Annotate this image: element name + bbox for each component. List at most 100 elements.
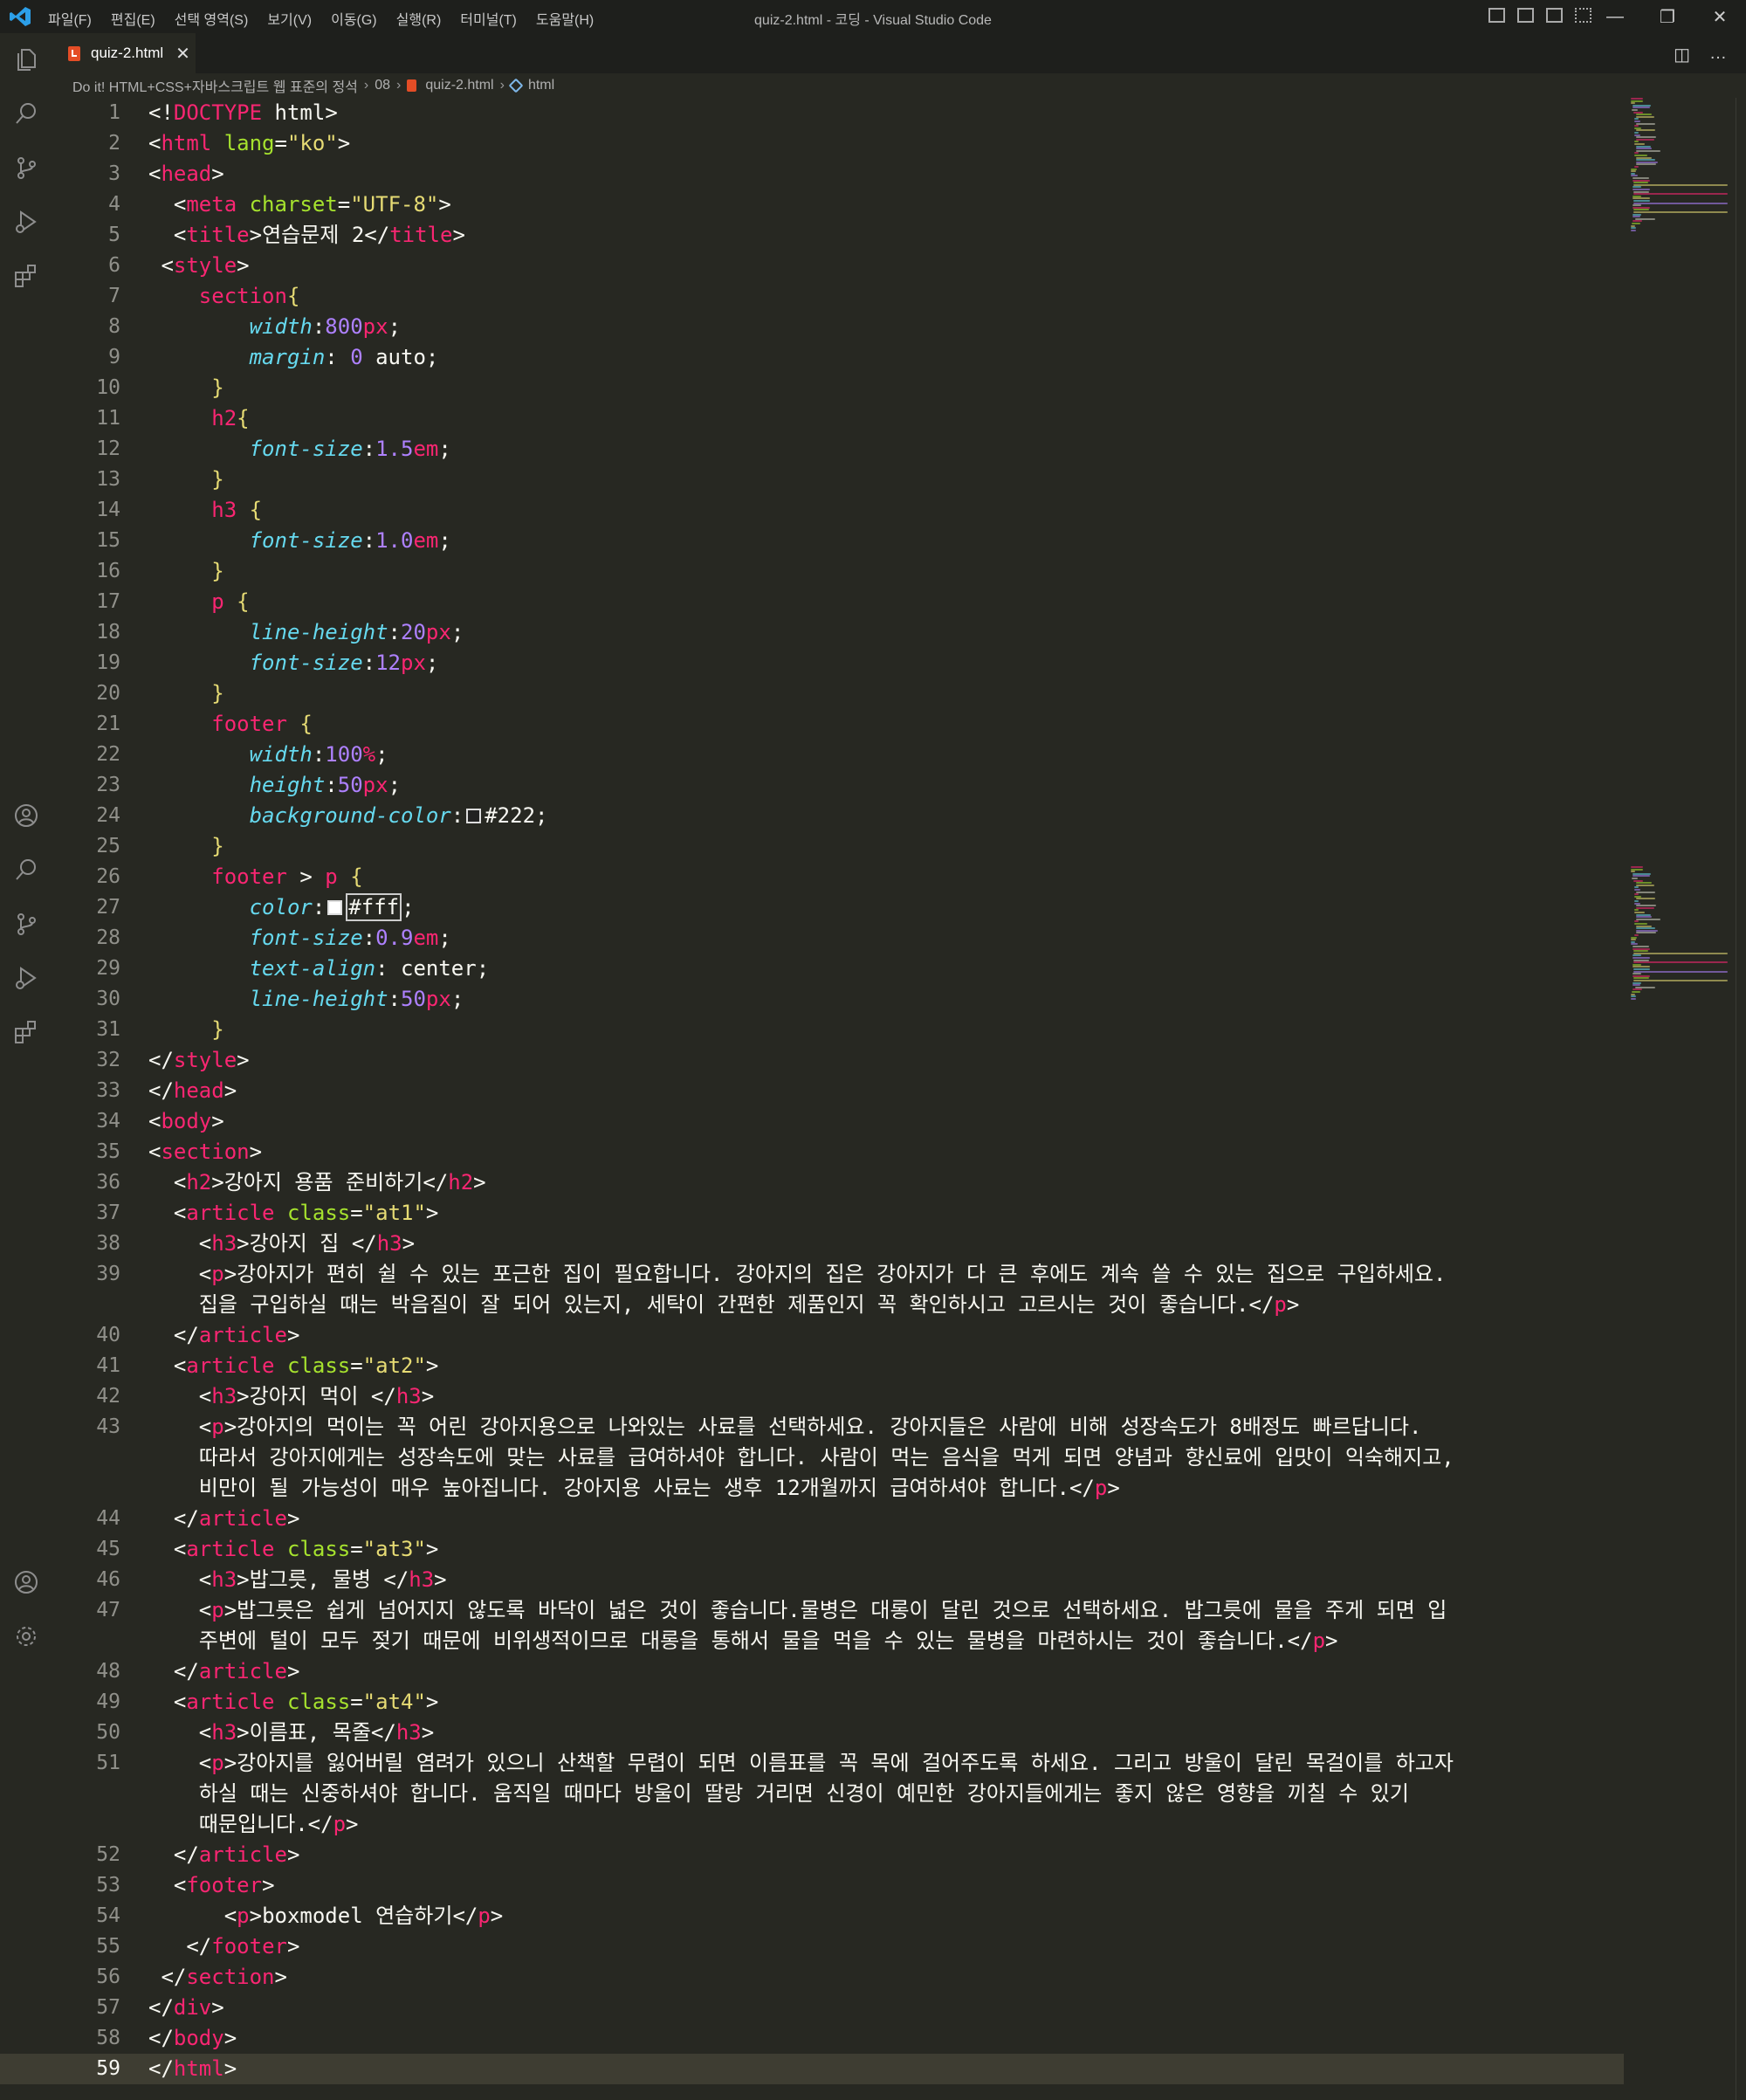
menu-view[interactable]: 보기(V) bbox=[267, 8, 312, 29]
code-line[interactable]: 36 <h2>강아지 용품 준비하기</h2> bbox=[0, 1167, 1624, 1198]
minimap-line bbox=[1632, 177, 1650, 179]
split-editor-icon[interactable]: ◫ bbox=[1674, 44, 1690, 65]
code-text: height:50px; bbox=[249, 773, 402, 797]
code-line[interactable]: 55 </footer> bbox=[0, 1931, 1624, 1962]
code-line[interactable]: 5 <title>연습문제 2</title> bbox=[0, 220, 1624, 251]
code-line[interactable]: 49 <article class="at4"> bbox=[0, 1687, 1624, 1718]
line-number: 17 bbox=[96, 590, 120, 613]
code-line[interactable]: 27 color: #fff; bbox=[0, 892, 1624, 923]
code-line[interactable]: 19 font-size:12px; bbox=[0, 648, 1624, 678]
breadcrumb-symbol[interactable]: html bbox=[528, 78, 554, 93]
code-line[interactable]: 39 <p>강아지가 편히 쉴 수 있는 포근한 집이 필요합니다. 강아지의 … bbox=[0, 1259, 1624, 1290]
code-line[interactable]: 18 line-height:20px; bbox=[0, 617, 1624, 648]
code-line[interactable]: 34 <body> bbox=[0, 1106, 1624, 1137]
code-line[interactable]: 24 background-color: #222; bbox=[0, 801, 1624, 831]
minimap-line bbox=[1631, 871, 1636, 873]
menu-go[interactable]: 이동(G) bbox=[331, 8, 377, 29]
code-line[interactable]: 52 </article> bbox=[0, 1840, 1624, 1870]
code-line[interactable]: 주변에 털이 모두 젖기 때문에 비위생적이므로 대롱을 통해서 물을 먹을 수… bbox=[0, 1626, 1624, 1656]
code-line[interactable]: 12 font-size:1.5em; bbox=[0, 434, 1624, 465]
code-line[interactable]: 42 <h3>강아지 먹이 </h3> bbox=[0, 1381, 1624, 1412]
breadcrumb-subfolder[interactable]: 08 bbox=[375, 78, 390, 93]
menu-terminal[interactable]: 터미널(T) bbox=[460, 8, 517, 29]
code-line[interactable]: 10 } bbox=[0, 373, 1624, 403]
vertical-scrollbar[interactable] bbox=[1736, 98, 1746, 2100]
code-line[interactable]: 38 <h3>강아지 집 </h3> bbox=[0, 1229, 1624, 1259]
code-line[interactable]: 31 } bbox=[0, 1015, 1624, 1045]
code-line[interactable]: 8 width:800px; bbox=[0, 312, 1624, 342]
code-line[interactable]: 32 </style> bbox=[0, 1045, 1624, 1076]
menu-edit[interactable]: 편집(E) bbox=[111, 8, 155, 29]
code-line[interactable]: 때문입니다.</p> bbox=[0, 1809, 1624, 1840]
code-line[interactable]: 15 font-size:1.0em; bbox=[0, 526, 1624, 556]
code-line[interactable]: 51 <p>강아지를 잃어버릴 염려가 있으니 산책할 무렵이 되면 이름표를 … bbox=[0, 1748, 1624, 1779]
code-line[interactable]: 37 <article class="at1"> bbox=[0, 1198, 1624, 1229]
code-line[interactable]: 59 </html> bbox=[0, 2054, 1624, 2084]
close-tab-icon[interactable]: ✕ bbox=[175, 43, 190, 65]
code-line[interactable]: 54 <p>boxmodel 연습하기</p> bbox=[0, 1901, 1624, 1931]
code-line[interactable]: 57 </div> bbox=[0, 1993, 1624, 2023]
code-line[interactable]: 17 p { bbox=[0, 587, 1624, 617]
code-line[interactable]: 44 </article> bbox=[0, 1504, 1624, 1534]
code-line[interactable]: 14 h3 { bbox=[0, 495, 1624, 526]
toggle-sidebar-icon[interactable] bbox=[1488, 8, 1505, 23]
code-line[interactable]: 13 } bbox=[0, 465, 1624, 495]
code-editor[interactable]: 1 <!DOCTYPE html> 2 <html lang="ko"> 3 <head>… bbox=[0, 98, 1624, 2100]
color-swatch[interactable] bbox=[466, 809, 482, 823]
code-line[interactable]: 4 <meta charset="UTF-8"> bbox=[0, 189, 1624, 220]
code-line[interactable]: 30 line-height:50px; bbox=[0, 984, 1624, 1015]
menu-run[interactable]: 실행(R) bbox=[396, 8, 442, 29]
menu-selection[interactable]: 선택 영역(S) bbox=[175, 8, 249, 29]
minimap-line bbox=[1634, 889, 1641, 891]
code-line[interactable]: 53 <footer> bbox=[0, 1870, 1624, 1901]
close-window-button[interactable]: ✕ bbox=[1694, 0, 1746, 33]
toggle-secondary-sidebar-icon[interactable] bbox=[1546, 8, 1563, 23]
code-line[interactable]: 58 </body> bbox=[0, 2023, 1624, 2054]
code-line[interactable]: 43 <p>강아지의 먹이는 꼭 어린 강아지용으로 나와있는 사료를 선택하세… bbox=[0, 1412, 1624, 1442]
code-line[interactable]: 하실 때는 신중하셔야 합니다. 움직일 때마다 방울이 딸랑 거리면 신경이 … bbox=[0, 1779, 1624, 1809]
code-line[interactable]: 41 <article class="at2"> bbox=[0, 1351, 1624, 1381]
code-line[interactable]: 45 <article class="at3"> bbox=[0, 1534, 1624, 1565]
code-line[interactable]: 29 text-align: center; bbox=[0, 954, 1624, 984]
menu-help[interactable]: 도움말(H) bbox=[536, 8, 594, 29]
code-line[interactable]: 47 <p>밥그릇은 쉽게 넘어지지 않도록 바닥이 넓은 것이 좋습니다.물병… bbox=[0, 1595, 1624, 1626]
maximize-button[interactable]: ❐ bbox=[1641, 0, 1694, 33]
code-line[interactable]: 6 <style> bbox=[0, 251, 1624, 281]
tab-quiz-2-html[interactable]: quiz-2.html ✕ bbox=[51, 33, 196, 73]
code-line[interactable]: 50 <h3>이름표, 목줄</h3> bbox=[0, 1718, 1624, 1748]
files-icon[interactable] bbox=[12, 45, 40, 73]
code-line[interactable]: 비만이 될 가능성이 매우 높아집니다. 강아지용 사료는 생후 12개월까지 … bbox=[0, 1473, 1624, 1504]
breadcrumb-folder[interactable]: Do it! HTML+CSS+자바스크립트 웹 표준의 정석 bbox=[72, 75, 358, 96]
toggle-panel-icon[interactable] bbox=[1517, 8, 1534, 23]
code-line[interactable]: 21 footer { bbox=[0, 709, 1624, 740]
code-line[interactable]: 46 <h3>밥그릇, 물병 </h3> bbox=[0, 1565, 1624, 1595]
color-swatch[interactable] bbox=[327, 900, 343, 915]
code-line[interactable]: 23 height:50px; bbox=[0, 770, 1624, 801]
code-line[interactable]: 33 </head> bbox=[0, 1076, 1624, 1106]
code-line[interactable]: 2 <html lang="ko"> bbox=[0, 128, 1624, 159]
code-line[interactable]: 16 } bbox=[0, 556, 1624, 587]
code-line[interactable]: 26 footer > p { bbox=[0, 862, 1624, 892]
code-line[interactable]: 40 </article> bbox=[0, 1320, 1624, 1351]
code-line[interactable]: 따라서 강아지에게는 성장속도에 맞는 사료를 급여하셔야 합니다. 사람이 먹… bbox=[0, 1442, 1624, 1473]
code-line[interactable]: 11 h2{ bbox=[0, 403, 1624, 434]
line-number: 37 bbox=[96, 1201, 120, 1224]
code-line[interactable]: 25 } bbox=[0, 831, 1624, 862]
line-number: 51 bbox=[96, 1752, 120, 1774]
code-line[interactable]: 1 <!DOCTYPE html> bbox=[0, 98, 1624, 128]
code-line[interactable]: 22 width:100%; bbox=[0, 740, 1624, 770]
more-actions-icon[interactable]: … bbox=[1709, 44, 1727, 65]
code-line[interactable]: 35 <section> bbox=[0, 1137, 1624, 1167]
vscode-logo-icon bbox=[10, 7, 31, 26]
menu-file[interactable]: 파일(F) bbox=[48, 8, 92, 29]
code-line[interactable]: 56 </section> bbox=[0, 1962, 1624, 1993]
breadcrumb-file[interactable]: quiz-2.html bbox=[425, 78, 493, 93]
code-line[interactable]: 3 <head> bbox=[0, 159, 1624, 189]
code-line[interactable]: 28 font-size:0.9em; bbox=[0, 923, 1624, 954]
code-line[interactable]: 집을 구입하실 때는 박음질이 잘 되어 있는지, 세탁이 간편한 제품인지 꼭… bbox=[0, 1290, 1624, 1320]
code-line[interactable]: 48 </article> bbox=[0, 1656, 1624, 1687]
minimize-button[interactable]: — bbox=[1589, 0, 1641, 33]
code-line[interactable]: 7 section{ bbox=[0, 281, 1624, 312]
code-line[interactable]: 9 margin: 0 auto; bbox=[0, 342, 1624, 373]
code-line[interactable]: 20 } bbox=[0, 678, 1624, 709]
